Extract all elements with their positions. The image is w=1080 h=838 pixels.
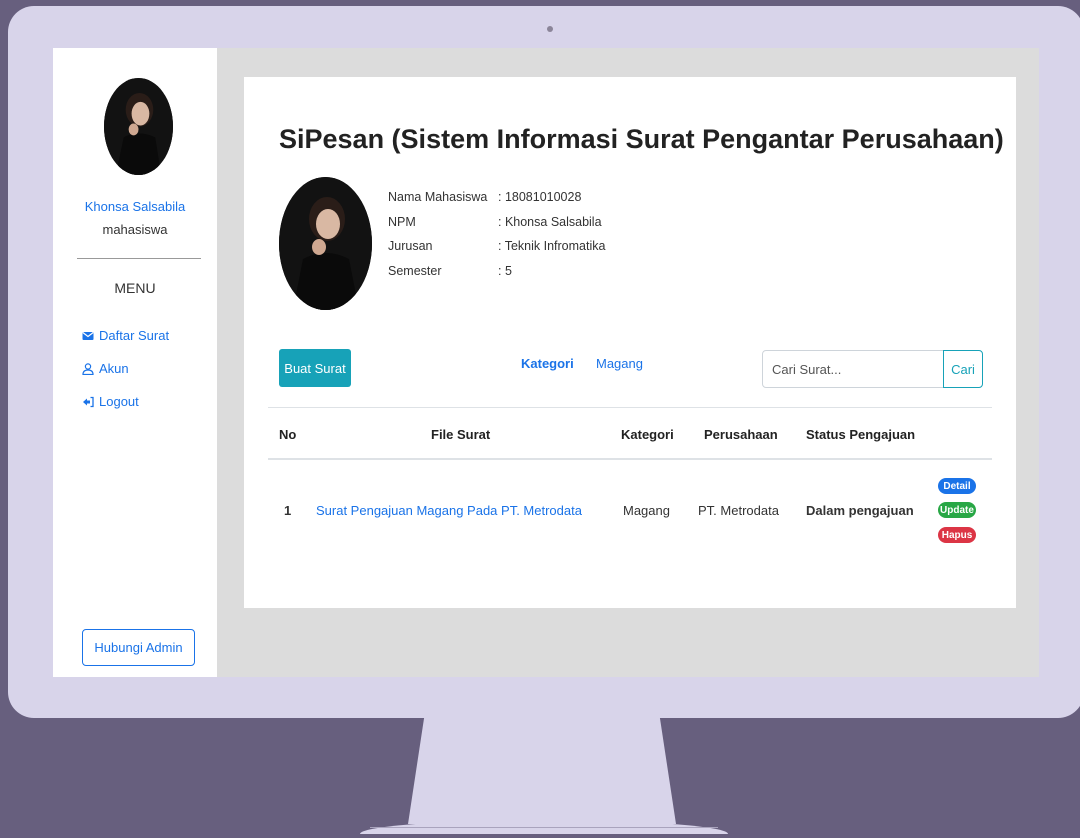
column-header-file: File Surat [431,427,491,442]
column-header-kategori: Kategori [621,427,674,442]
camera-dot [547,26,553,32]
profile-avatar [279,177,372,310]
info-value: : Teknik Infromatika [498,239,606,253]
portrait-image [279,177,372,310]
student-info: Nama Mahasiswa : 18081010028 NPM : Khons… [388,190,605,288]
info-row: Jurusan : Teknik Infromatika [388,239,605,264]
info-value: : Khonsa Salsabila [498,214,602,229]
sidebar-avatar [104,78,173,175]
envelope-icon [82,330,94,342]
sidebar: Khonsa Salsabila mahasiswa MENU Daftar S… [53,48,217,677]
main-card: SiPesan (Sistem Informasi Surat Penganta… [244,77,1016,608]
sidebar-menu: Daftar Surat Akun Logout [82,319,169,418]
app-screen: Khonsa Salsabila mahasiswa MENU Daftar S… [53,48,1039,677]
table-header-divider [268,458,992,460]
cell-no: 1 [284,503,292,518]
cell-status: Dalam pengajuan [806,503,914,518]
info-label: Semester [388,263,442,278]
user-role: mahasiswa [102,222,168,237]
detail-button[interactable]: Detail [938,478,976,494]
logout-icon [82,396,94,408]
search-button[interactable]: Cari [943,350,983,388]
info-value: : 5 [498,263,512,278]
menu-heading: MENU [114,280,156,296]
search-input[interactable] [762,350,944,388]
user-icon [82,362,94,375]
monitor-stand [408,718,676,824]
sidebar-item-label: Logout [99,394,139,409]
portrait-image [104,78,173,175]
info-value: : 18081010028 [498,190,582,204]
cell-perusahaan: PT. Metrodata [698,503,779,518]
user-name[interactable]: Khonsa Salsabila [53,199,217,214]
cell-kategori: Magang [623,503,670,518]
tab-kategori[interactable]: Kategori [521,356,574,371]
sidebar-item-daftar-surat[interactable]: Daftar Surat [82,319,169,352]
sidebar-item-logout[interactable]: Logout [82,385,169,418]
page-title: SiPesan (Sistem Informasi Surat Penganta… [279,124,1004,154]
info-label: Jurusan [388,239,433,253]
divider [268,407,992,408]
column-header-status: Status Pengajuan [806,427,916,442]
info-row: NPM : Khonsa Salsabila [388,215,605,240]
info-row: Nama Mahasiswa : 18081010028 [388,190,605,215]
column-header-no: No [279,427,297,442]
update-button[interactable]: Update [938,502,976,518]
sidebar-item-label: Daftar Surat [99,328,170,343]
tab-magang[interactable]: Magang [596,356,643,371]
delete-button[interactable]: Hapus [938,527,976,543]
column-header-perusahaan: Perusahaan [704,427,778,442]
create-letter-button[interactable]: Buat Surat [279,349,351,387]
cell-file-link[interactable]: Surat Pengajuan Magang Pada PT. Metrodat… [316,503,582,518]
sidebar-divider [77,258,201,259]
info-label: NPM [388,214,416,229]
info-label: Nama Mahasiswa [388,190,488,204]
contact-admin-button[interactable]: Hubungi Admin [82,629,195,666]
info-row: Semester : 5 [388,264,605,289]
sidebar-item-akun[interactable]: Akun [82,352,169,385]
sidebar-item-label: Akun [99,361,129,376]
